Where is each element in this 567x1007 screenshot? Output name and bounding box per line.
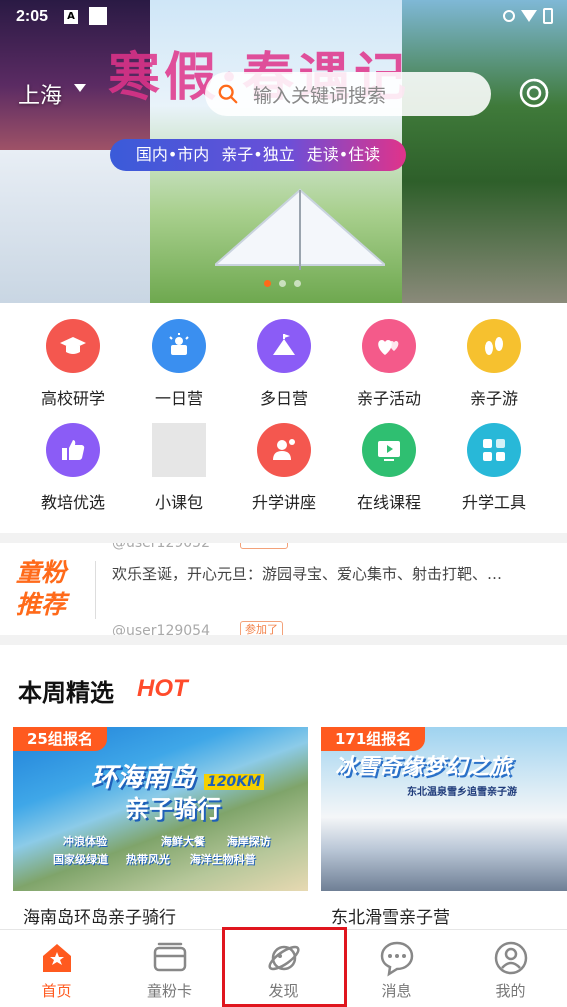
- hero-banner[interactable]: 寒假·春遇记 国内•市内亲子•独立走读•住读: [0, 0, 567, 303]
- footprints-icon: [467, 319, 521, 373]
- pagination-dot: [294, 280, 301, 287]
- banner-pagination: [264, 280, 301, 287]
- search-icon: [218, 84, 238, 104]
- profile-icon: [494, 941, 527, 975]
- banner-tagline: 国内•市内 亲子•独立 走读•住读: [110, 139, 406, 171]
- pagination-dot: [279, 280, 286, 287]
- planet-icon: [267, 945, 300, 971]
- fans-recommendation[interactable]: 童粉 推荐 @user129052 欢乐圣诞，开心元旦：游园寻宝、爱心集市、射击…: [0, 543, 567, 635]
- status-time: 2:05: [16, 8, 49, 25]
- fans-user: @user129054: [112, 623, 210, 635]
- pagination-dot: [264, 280, 271, 287]
- category-label: 小课包: [154, 493, 203, 512]
- search-placeholder: 输入关键词搜索: [253, 84, 387, 107]
- category-item[interactable]: 教培优选: [18, 423, 128, 513]
- tab-label: 发现: [268, 982, 299, 1000]
- hearts-icon: [362, 319, 416, 373]
- product-art-subtitle: 亲子骑行: [125, 795, 221, 823]
- fans-message: 欢乐圣诞，开心元旦：游园寻宝、爱心集市、射击打靶、…: [112, 565, 503, 583]
- divider: [95, 561, 96, 619]
- fans-badge: 参加了: [240, 621, 283, 635]
- category-label: 升学讲座: [251, 493, 316, 512]
- tab-label: 童粉卡: [146, 982, 192, 1000]
- product-art-tags: 冲浪体验 海鲜大餐 海岸探访 国家级绿道 热带风光 海洋生物科普: [53, 835, 271, 866]
- product-card[interactable]: 环海南岛 120KM 亲子骑行 冲浪体验 海鲜大餐 海岸探访 国家级绿道 热带风…: [13, 727, 308, 930]
- category-item[interactable]: 一日营: [124, 319, 234, 409]
- category-label: 一日营: [154, 389, 203, 408]
- category-label: 在线课程: [356, 493, 421, 512]
- notification-square-icon: [89, 7, 107, 25]
- fans-user-previous: @user129052: [112, 543, 210, 551]
- lecture-icon: [257, 423, 311, 477]
- hot-label: HOT: [137, 675, 188, 702]
- placeholder-image-icon: [152, 423, 206, 477]
- tab-home[interactable]: 首页: [0, 930, 113, 1007]
- category-item[interactable]: 多日营: [229, 319, 339, 409]
- tent-image: [215, 188, 385, 270]
- fans-brand: 童粉 推荐: [16, 558, 67, 619]
- tent-icon: [257, 319, 311, 373]
- signup-count-badge: 171组报名: [321, 727, 426, 751]
- tab-label: 我的: [495, 982, 526, 1000]
- category-label: 亲子游: [469, 389, 518, 408]
- category-label: 升学工具: [461, 493, 526, 512]
- section-title: 本周精选: [18, 679, 114, 707]
- tab-profile[interactable]: 我的: [454, 930, 567, 1007]
- weekly-picks: 本周精选 HOT 环海南岛 120KM 亲子骑行 冲浪体验 海鲜大餐 海岸探访 …: [0, 645, 567, 930]
- product-art-title: 冰雪奇缘梦幻之旅: [335, 755, 512, 780]
- fans-badge-previous: [240, 543, 288, 549]
- category-label: 高校研学: [40, 389, 105, 408]
- category-item[interactable]: 小课包: [124, 423, 234, 513]
- chevron-down-icon[interactable]: [74, 84, 86, 92]
- category-item[interactable]: 在线课程: [334, 423, 444, 513]
- location-icon: [503, 10, 515, 22]
- video-play-icon: [362, 423, 416, 477]
- status-bar: 2:05 A: [0, 0, 567, 34]
- category-grid: 高校研学 一日营 多日营 亲子活动 亲子游 教培优选 小课包 升学讲座 在线课程…: [0, 303, 567, 533]
- product-image: 冰雪奇缘梦幻之旅 东北温泉雪乡追雪亲子游: [321, 727, 567, 891]
- tools-grid-icon: [467, 423, 521, 477]
- home-icon: [42, 944, 71, 972]
- category-label: 亲子活动: [356, 389, 421, 408]
- tab-label: 消息: [381, 982, 412, 1000]
- category-label: 多日营: [259, 389, 308, 408]
- sun-camp-icon: [152, 319, 206, 373]
- tab-label: 首页: [41, 982, 72, 1000]
- scan-icon[interactable]: [517, 76, 551, 110]
- thumbs-up-icon: [46, 423, 100, 477]
- search-bar[interactable]: 输入关键词搜索: [205, 72, 491, 116]
- category-label: 教培优选: [40, 493, 105, 512]
- product-title: 东北滑雪亲子营: [331, 908, 450, 928]
- battery-icon: [543, 8, 553, 24]
- category-item[interactable]: 高校研学: [18, 319, 128, 409]
- product-card[interactable]: 冰雪奇缘梦幻之旅 东北温泉雪乡追雪亲子游 171组报名 东北滑雪亲子营: [321, 727, 567, 930]
- signup-count-badge: 25组报名: [13, 727, 107, 751]
- city-selector[interactable]: 上海: [18, 78, 62, 110]
- product-title: 海南岛环岛亲子骑行: [23, 908, 176, 928]
- graduation-cap-icon: [46, 319, 100, 373]
- tab-card[interactable]: 童粉卡: [113, 930, 226, 1007]
- message-icon: [380, 941, 413, 977]
- tab-discover[interactable]: 发现: [227, 930, 340, 1007]
- category-item[interactable]: 升学讲座: [229, 423, 339, 513]
- product-image: 环海南岛 120KM 亲子骑行 冲浪体验 海鲜大餐 海岸探访 国家级绿道 热带风…: [13, 727, 308, 891]
- category-item[interactable]: 亲子活动: [334, 319, 444, 409]
- wifi-icon: [521, 10, 537, 22]
- product-art-subtitle: 东北温泉雪乡追雪亲子游: [407, 787, 517, 798]
- bottom-tab-bar: 首页 童粉卡 发现 消息 我的: [0, 929, 567, 1007]
- notification-a-icon: A: [64, 10, 78, 24]
- category-item[interactable]: 亲子游: [439, 319, 549, 409]
- category-item[interactable]: 升学工具: [439, 423, 549, 513]
- card-icon: [153, 942, 186, 972]
- banner-forest-scene: [402, 0, 567, 303]
- banner-ski-scene: [0, 150, 150, 303]
- tab-messages[interactable]: 消息: [340, 930, 453, 1007]
